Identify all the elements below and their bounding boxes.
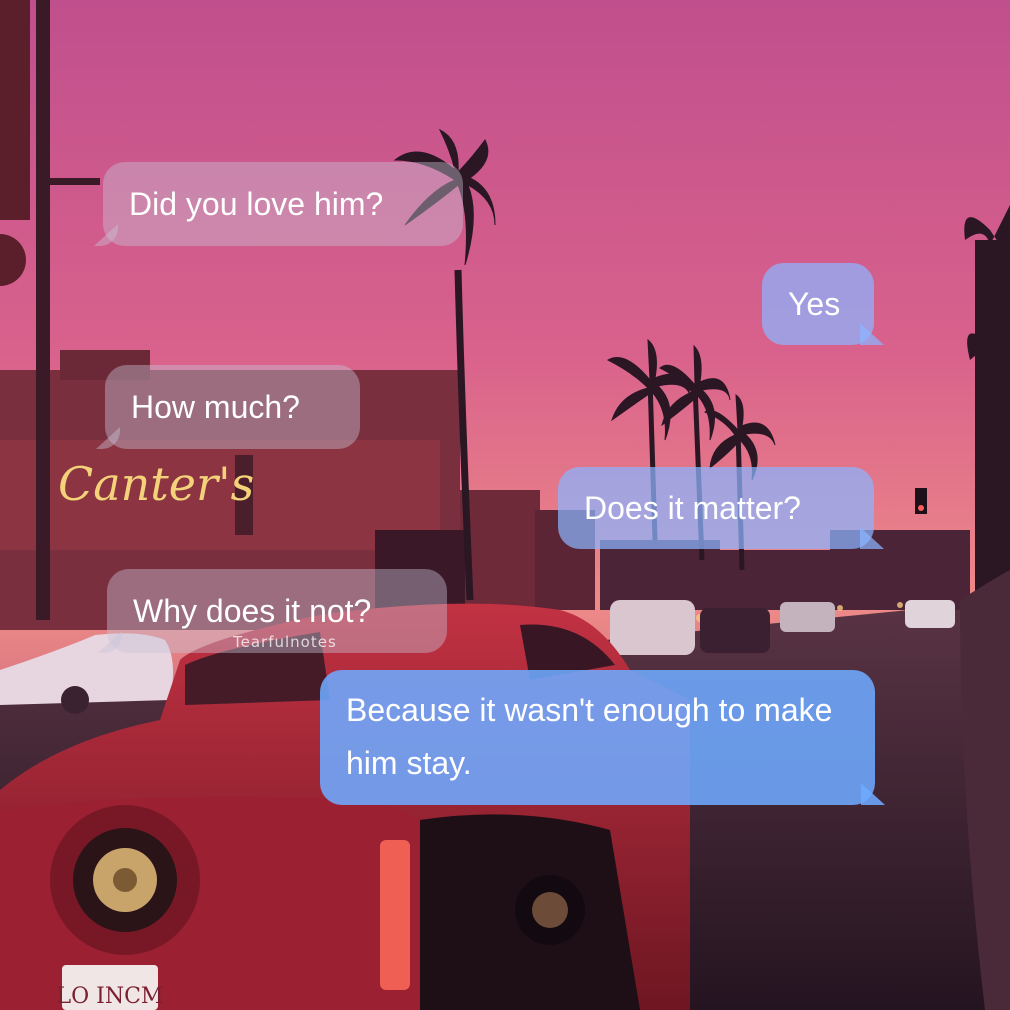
message-bubble-outgoing: Because it wasn't enough to make him sta… xyxy=(320,670,875,805)
message-bubble-outgoing: Yes xyxy=(762,263,874,345)
message-text: Did you love him? xyxy=(129,186,384,222)
message-text: Does it matter? xyxy=(584,490,801,526)
license-plate-text: LO INCM xyxy=(57,984,164,1009)
message-bubble-incoming: How much? xyxy=(105,365,360,449)
message-bubble-outgoing: Does it matter? xyxy=(558,467,874,549)
message-text: Because it wasn't enough to make him sta… xyxy=(346,692,833,781)
photo-scene: Canter's LO INCM Did you love him? Yes H… xyxy=(0,0,1010,1010)
message-text: Yes xyxy=(788,286,841,322)
traffic-sign xyxy=(0,0,30,220)
watermark: Tearfulnotes xyxy=(233,633,337,651)
message-text: Why does it not? xyxy=(133,593,372,629)
message-bubble-incoming: Did you love him? xyxy=(103,162,463,246)
canters-sign: Canter's xyxy=(58,457,254,511)
message-text: How much? xyxy=(131,389,300,425)
tail-light xyxy=(380,840,410,990)
street-pole xyxy=(36,0,50,620)
